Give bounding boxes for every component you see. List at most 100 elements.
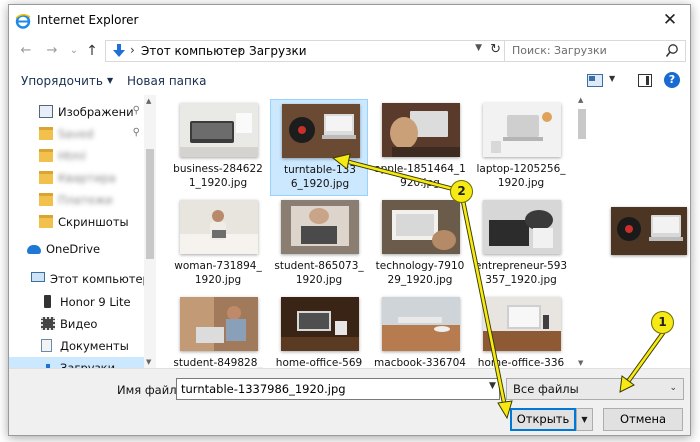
scrollbar-thumb[interactable] bbox=[578, 109, 586, 139]
new-folder-button[interactable]: Новая папка bbox=[127, 74, 206, 88]
documents-icon bbox=[41, 339, 52, 352]
navigation-pane-scrollbar[interactable]: ▲ ▼ bbox=[144, 95, 156, 368]
forward-arrow-icon[interactable]: → bbox=[43, 41, 61, 61]
view-mode-icon[interactable] bbox=[587, 74, 603, 87]
folder-icon bbox=[39, 171, 53, 184]
chevron-down-icon: ⌄ bbox=[669, 383, 677, 393]
file-grid-scrollbar[interactable]: ▲ ▼ bbox=[575, 95, 589, 368]
sidebar-item-label: Документы bbox=[60, 339, 129, 353]
sidebar-item-label: OneDrive bbox=[46, 242, 101, 256]
pin-icon: ⚲ bbox=[132, 127, 140, 138]
pin-icon: ⚲ bbox=[132, 105, 140, 116]
help-icon[interactable]: ? bbox=[664, 72, 680, 88]
sidebar-item[interactable]: Html bbox=[9, 145, 144, 167]
file-thumbnail bbox=[180, 200, 258, 254]
folder-icon bbox=[39, 149, 53, 162]
file-tile[interactable]: business-284622 1_1920.jpg bbox=[169, 99, 267, 196]
filename-dropdown-icon[interactable]: ▼ bbox=[489, 381, 496, 391]
back-arrow-icon[interactable]: ← bbox=[17, 41, 35, 61]
scroll-up-icon[interactable]: ▲ bbox=[578, 96, 583, 104]
address-bar[interactable]: › Этот компьютер › Загрузки ▼ ↻ bbox=[105, 40, 505, 62]
scrollbar-thumb[interactable] bbox=[146, 149, 154, 259]
sidebar-item-label: Html bbox=[58, 149, 86, 163]
file-tile[interactable]: woman-731894_ 1920.jpg bbox=[169, 196, 267, 293]
file-name: woman-731894_ 1920.jpg bbox=[174, 260, 262, 286]
organize-label: Упорядочить bbox=[21, 74, 103, 88]
file-name: home-office-569 bbox=[275, 357, 363, 368]
close-icon[interactable]: ✕ bbox=[656, 8, 684, 32]
window-title: Internet Explorer bbox=[37, 13, 139, 27]
sidebar-item-label: Загрузки bbox=[60, 361, 116, 368]
file-tile[interactable]: home-office-336 bbox=[472, 293, 569, 368]
scroll-down-icon[interactable]: ▼ bbox=[578, 359, 583, 367]
breadcrumb-downloads[interactable]: Загрузки bbox=[249, 44, 307, 58]
sidebar-item[interactable]: OneDrive bbox=[9, 238, 144, 260]
chevron-down-icon: ▼ bbox=[106, 76, 114, 85]
file-name: student-849828_ bbox=[173, 357, 263, 368]
file-tile[interactable]: turntable-133 6_1920.jpg bbox=[270, 99, 368, 196]
file-tile[interactable]: technology-7910 29_1920.jpg bbox=[371, 196, 469, 293]
file-thumbnail bbox=[483, 200, 561, 254]
folder-icon bbox=[39, 215, 53, 228]
organize-menu[interactable]: Упорядочить ▼ bbox=[21, 74, 113, 88]
sidebar-item-label: Квартира bbox=[58, 171, 116, 185]
file-name: technology-7910 29_1920.jpg bbox=[375, 260, 465, 286]
navigation-pane: Изображени ⚲ Saved ⚲ Html Квартира Платежи Скри… bbox=[9, 95, 144, 368]
filetype-select[interactable]: Все файлы ⌄ bbox=[506, 378, 684, 400]
recent-locations-icon[interactable]: ⌄ bbox=[65, 41, 83, 61]
sidebar-item-label: Платежи bbox=[58, 193, 113, 207]
address-dropdown-icon[interactable]: ▼ bbox=[475, 43, 482, 53]
sidebar-item[interactable]: Загрузки bbox=[9, 357, 144, 368]
folder-icon bbox=[39, 127, 53, 140]
file-tile[interactable]: entrepreneur-593 357_1920.jpg bbox=[472, 196, 569, 293]
file-tile[interactable]: student-849828_ bbox=[169, 293, 267, 368]
file-tile[interactable]: home-office-569 bbox=[270, 293, 368, 368]
preview-pane-icon[interactable] bbox=[638, 74, 652, 87]
sidebar-item[interactable]: Документы bbox=[9, 335, 144, 357]
file-name: business-284622 1_1920.jpg bbox=[173, 163, 263, 189]
sidebar-item-label: Видео bbox=[60, 317, 98, 331]
file-tile[interactable]: macbook-336704 bbox=[371, 293, 469, 368]
sidebar-item[interactable]: Квартира bbox=[9, 167, 144, 189]
preview-image bbox=[611, 207, 687, 255]
sidebar-item[interactable]: Платежи bbox=[9, 189, 144, 211]
sidebar-item[interactable]: Скриншоты bbox=[9, 211, 144, 233]
cancel-button[interactable]: Отмена bbox=[603, 408, 683, 431]
file-name: turntable-133 6_1920.jpg bbox=[284, 164, 356, 190]
sidebar-item[interactable]: Honor 9 Lite bbox=[9, 291, 144, 313]
pictures-folder-icon bbox=[39, 105, 53, 118]
open-button[interactable]: Открыть bbox=[510, 408, 576, 431]
sidebar-item-label: Honor 9 Lite bbox=[60, 295, 131, 309]
search-input[interactable]: Поиск: Загрузки bbox=[512, 44, 607, 57]
navigation-bar: ← → ⌄ ↑ › Этот компьютер › Загрузки ▼ ↻ … bbox=[9, 36, 690, 66]
ie-app-icon bbox=[15, 14, 31, 29]
sidebar-item[interactable]: Этот компьютер bbox=[9, 268, 144, 290]
file-thumbnail bbox=[483, 103, 561, 157]
filename-field[interactable] bbox=[176, 378, 500, 400]
breadcrumb-this-pc[interactable]: Этот компьютер bbox=[141, 44, 245, 58]
sidebar-item[interactable]: Saved ⚲ bbox=[9, 123, 144, 145]
file-thumbnail bbox=[382, 200, 460, 254]
file-thumbnail bbox=[382, 103, 460, 157]
sidebar-item[interactable]: Видео bbox=[9, 313, 144, 335]
search-box[interactable]: Поиск: Загрузки bbox=[504, 40, 686, 62]
up-arrow-icon[interactable]: ↑ bbox=[83, 41, 101, 61]
scroll-up-icon[interactable]: ▲ bbox=[146, 97, 151, 105]
scroll-down-icon[interactable]: ▼ bbox=[146, 358, 151, 366]
sidebar-item-label: Этот компьютер bbox=[50, 272, 144, 286]
onedrive-icon bbox=[27, 245, 41, 254]
file-name: entrepreneur-593 357_1920.jpg bbox=[474, 260, 568, 286]
title-bar: Internet Explorer ✕ bbox=[9, 5, 690, 36]
refresh-icon[interactable]: ↻ bbox=[490, 42, 501, 57]
view-options-caret-icon[interactable]: ▼ bbox=[609, 74, 615, 83]
file-thumbnail bbox=[483, 297, 561, 351]
file-tile[interactable]: student-865073_ 1920.jpg bbox=[270, 196, 368, 293]
sidebar-item-label: Saved bbox=[58, 127, 94, 141]
file-name: laptop-1205256_ 1920.jpg bbox=[476, 163, 566, 189]
downloads-icon bbox=[41, 361, 55, 368]
breadcrumb-separator: › bbox=[130, 43, 135, 57]
sidebar-item[interactable]: Изображени ⚲ bbox=[9, 101, 144, 123]
command-bar: Упорядочить ▼ Новая папка ▼ ? bbox=[9, 66, 690, 95]
file-tile[interactable]: laptop-1205256_ 1920.jpg bbox=[472, 99, 569, 196]
open-options-dropdown-icon[interactable]: ▼ bbox=[576, 408, 593, 431]
